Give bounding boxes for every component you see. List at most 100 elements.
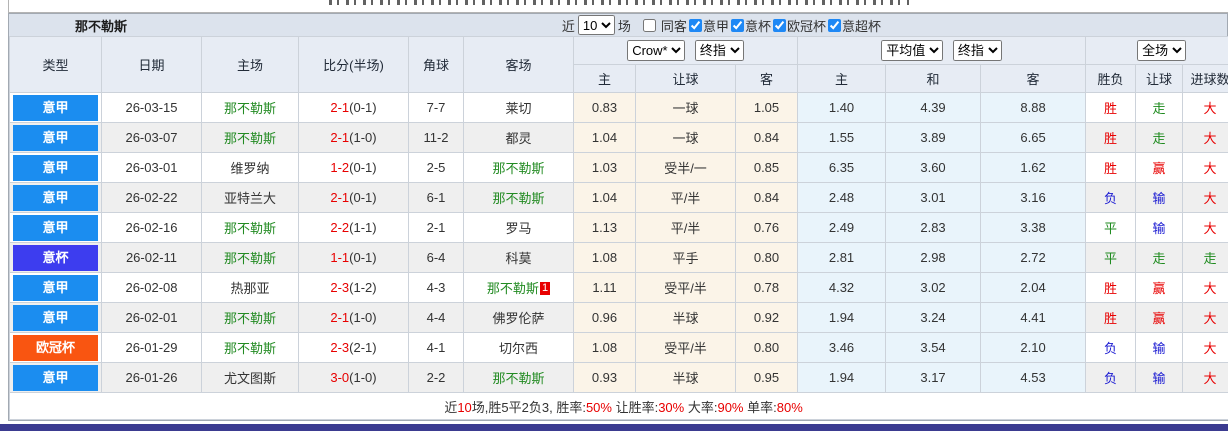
match-rows: 意甲 26-03-15 那不勒斯 2-1(0-1) 7-7 莱切 0.83 一球… [10, 93, 1228, 393]
summary-segment: 80% [777, 400, 803, 415]
crow-home-odds-cell: 1.08 [574, 243, 636, 273]
goals-result-cell: 大 [1183, 183, 1228, 213]
avg-draw-odds-cell: 4.39 [886, 93, 981, 123]
handicap-result-cell: 走 [1136, 123, 1183, 153]
halftime-score: (1-2) [349, 280, 376, 295]
summary-segment: 30% [658, 400, 684, 415]
home-team-cell: 热那亚 [202, 273, 299, 303]
home-team-cell: 那不勒斯 [202, 213, 299, 243]
average-select[interactable]: 平均值 [881, 40, 943, 61]
match-row: 意甲 26-02-22 亚特兰大 2-1(0-1) 6-1 那不勒斯 1.04 … [10, 183, 1228, 213]
crow-home-odds-cell: 1.04 [574, 183, 636, 213]
recent-count-select[interactable]: 10 [578, 15, 615, 35]
crow-home-odds-cell: 1.04 [574, 123, 636, 153]
away-team-cell: 那不勒斯 [464, 153, 574, 183]
match-row: 意甲 26-02-08 热那亚 2-3(1-2) 4-3 那不勒斯1 1.11 … [10, 273, 1228, 303]
bookmaker-select[interactable]: Crow* [627, 40, 685, 61]
match-row: 意甲 26-02-16 那不勒斯 2-2(1-1) 2-1 罗马 1.13 平/… [10, 213, 1228, 243]
league-filter[interactable]: 意超杯 [828, 16, 881, 35]
league-checkbox[interactable] [773, 19, 786, 32]
crow-away-odds-cell: 0.92 [736, 303, 798, 333]
score-cell: 3-0(1-0) [299, 363, 409, 393]
winloss-result-cell: 平 [1086, 213, 1136, 243]
winloss-result-cell: 负 [1086, 183, 1136, 213]
match-history-table: 类型 日期 主场 比分(半场) 角球 客场 Crow* 终指 平均值 终指 全场 [9, 36, 1228, 420]
crow-away-odds-cell: 0.76 [736, 213, 798, 243]
league-filter[interactable]: 欧冠杯 [773, 16, 826, 35]
home-team-cell: 维罗纳 [202, 153, 299, 183]
average-index-time-select[interactable]: 终指 [953, 40, 1002, 61]
match-row: 意甲 26-03-15 那不勒斯 2-1(0-1) 7-7 莱切 0.83 一球… [10, 93, 1228, 123]
col-header-winloss: 胜负 [1086, 65, 1136, 93]
league-badge: 欧冠杯 [13, 335, 98, 361]
fulltime-score: 2-1 [330, 130, 349, 145]
avg-home-odds-cell: 2.48 [798, 183, 886, 213]
away-team-cell: 那不勒斯 [464, 183, 574, 213]
match-row: 意甲 26-03-01 维罗纳 1-2(0-1) 2-5 那不勒斯 1.03 受… [10, 153, 1228, 183]
handicap-result-cell: 走 [1136, 93, 1183, 123]
league-cell: 意甲 [10, 123, 102, 153]
home-team-cell: 尤文图斯 [202, 363, 299, 393]
date-cell: 26-01-26 [102, 363, 202, 393]
avg-home-odds-cell: 1.94 [798, 363, 886, 393]
filter-label: 欧冠杯 [787, 16, 826, 35]
date-cell: 26-03-01 [102, 153, 202, 183]
col-header-away: 客场 [464, 37, 574, 93]
handicap-result-cell: 输 [1136, 333, 1183, 363]
crow-handicap-cell: 受平/半 [636, 273, 736, 303]
away-team-cell: 科莫 [464, 243, 574, 273]
col-header-avg-home: 主 [798, 65, 886, 93]
crow-handicap-cell: 一球 [636, 123, 736, 153]
score-cell: 1-2(0-1) [299, 153, 409, 183]
match-row: 意甲 26-01-26 尤文图斯 3-0(1-0) 2-2 那不勒斯 0.93 … [10, 363, 1228, 393]
crow-away-odds-cell: 1.05 [736, 93, 798, 123]
league-filter[interactable]: 意甲 [689, 16, 729, 35]
handicap-result-cell: 赢 [1136, 303, 1183, 333]
team-history-panel: 那不勒斯 近 10 场 同客意甲意杯欧冠杯意超杯 类型 日期 主场 比分(半场)… [8, 13, 1228, 421]
period-select[interactable]: 全场 [1137, 40, 1186, 61]
crow-away-odds-cell: 0.95 [736, 363, 798, 393]
league-badge: 意甲 [13, 305, 98, 331]
avg-away-odds-cell: 2.72 [981, 243, 1086, 273]
bookmaker-index-time-select[interactable]: 终指 [695, 40, 744, 61]
avg-draw-odds-cell: 3.02 [886, 273, 981, 303]
date-cell: 26-02-01 [102, 303, 202, 333]
match-row: 欧冠杯 26-01-29 那不勒斯 2-3(2-1) 4-1 切尔西 1.08 … [10, 333, 1228, 363]
league-badge: 意甲 [13, 215, 98, 241]
crow-handicap-cell: 平/半 [636, 183, 736, 213]
date-cell: 26-03-15 [102, 93, 202, 123]
halftime-score: (1-0) [349, 370, 376, 385]
avg-away-odds-cell: 2.04 [981, 273, 1086, 303]
crow-away-odds-cell: 0.80 [736, 333, 798, 363]
avg-home-odds-cell: 2.81 [798, 243, 886, 273]
league-checkbox[interactable] [828, 19, 841, 32]
avg-home-odds-cell: 2.49 [798, 213, 886, 243]
avg-home-odds-cell: 3.46 [798, 333, 886, 363]
league-checkbox[interactable] [731, 19, 744, 32]
home-team-cell: 那不勒斯 [202, 333, 299, 363]
fulltime-score: 3-0 [330, 370, 349, 385]
summary-segment: 场,胜5平2负3, 胜率: [472, 400, 586, 415]
col-header-home: 主场 [202, 37, 299, 93]
league-badge: 意杯 [13, 245, 98, 271]
league-filter[interactable]: 意杯 [731, 16, 771, 35]
handicap-result-cell: 赢 [1136, 153, 1183, 183]
corners-cell: 2-2 [409, 363, 464, 393]
fulltime-score: 2-1 [330, 100, 349, 115]
halftime-score: (1-0) [349, 130, 376, 145]
corners-cell: 4-4 [409, 303, 464, 333]
winloss-result-cell: 胜 [1086, 123, 1136, 153]
col-header-handicap-res: 让球 [1136, 65, 1183, 93]
team-name: 那不勒斯 [9, 16, 127, 35]
same-away-checkbox[interactable] [643, 19, 656, 32]
goals-result-cell: 大 [1183, 93, 1228, 123]
avg-draw-odds-cell: 3.54 [886, 333, 981, 363]
recent-label: 近 [562, 16, 575, 35]
average-odds-group: 平均值 终指 [798, 37, 1086, 65]
away-team-cell: 那不勒斯1 [464, 273, 574, 303]
winloss-result-cell: 负 [1086, 363, 1136, 393]
same-away-filter[interactable]: 同客 [643, 16, 687, 35]
filter-label: 意超杯 [842, 16, 881, 35]
league-checkbox[interactable] [689, 19, 702, 32]
crow-home-odds-cell: 0.83 [574, 93, 636, 123]
